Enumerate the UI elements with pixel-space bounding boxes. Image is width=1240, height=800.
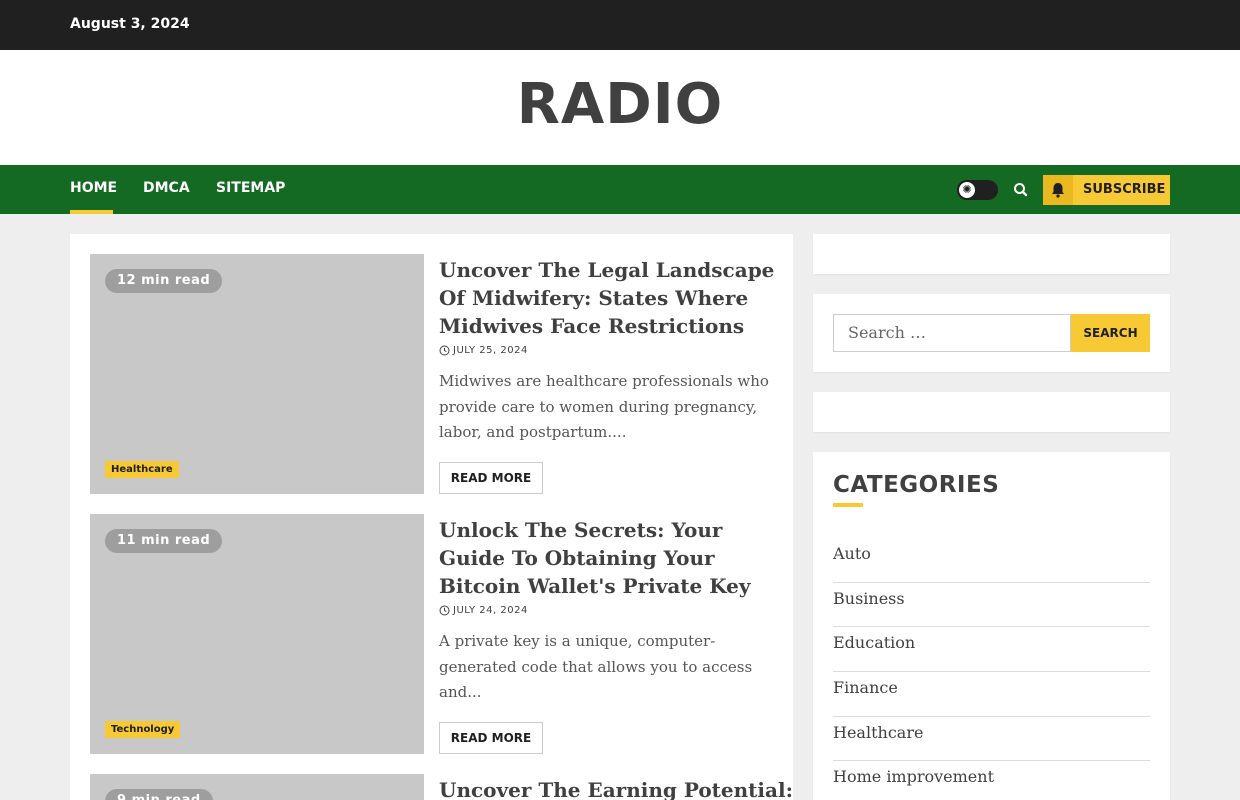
post-thumbnail[interactable]: 11 min read Technology [90, 514, 424, 754]
active-nav-indicator [70, 210, 113, 214]
categories-heading: CATEGORIES [833, 472, 1000, 498]
sun-icon: ✺ [959, 182, 975, 198]
current-date: August 3, 2024 [70, 16, 190, 32]
post-card: 11 min read Technology Unlock The Secret… [90, 514, 780, 754]
subscribe-button[interactable]: SUBSCRIBE [1043, 175, 1170, 205]
categories-widget: CATEGORIES Auto Business Education Finan… [813, 452, 1170, 800]
post-thumbnail[interactable]: 9 min read [90, 774, 424, 800]
post-date-text: JULY 24, 2024 [453, 605, 528, 616]
nav-item-home[interactable]: HOME [70, 180, 117, 196]
read-time-badge: 11 min read [105, 529, 223, 553]
read-more-button[interactable]: READ MORE [439, 462, 543, 494]
bell-icon [1043, 175, 1073, 205]
masthead: RADIO [0, 50, 1240, 165]
theme-toggle[interactable]: ✺ [957, 180, 998, 200]
post-card: 9 min read Uncover The Earning Potential… [90, 774, 793, 800]
category-badge[interactable]: Healthcare [105, 461, 179, 478]
read-time-badge: 9 min read [105, 789, 213, 800]
search-widget: Search … SEARCH [813, 294, 1170, 372]
empty-widget [813, 234, 1170, 274]
clock-icon [439, 605, 450, 616]
read-time-badge: 12 min read [105, 269, 223, 293]
nav-item-sitemap[interactable]: SITEMAP [216, 180, 285, 196]
post-date: JULY 25, 2024 [439, 345, 528, 356]
site-title[interactable]: RADIO [0, 72, 1240, 137]
subscribe-label: SUBSCRIBE [1083, 182, 1166, 197]
post-title[interactable]: Uncover The Earning Potential: [439, 776, 793, 800]
category-item-business[interactable]: Business [833, 583, 1150, 628]
post-excerpt: Midwives are healthcare professionals wh… [439, 372, 769, 441]
top-bar: August 3, 2024 [0, 0, 1240, 50]
categories-list: Auto Business Education Finance Healthca… [833, 538, 1150, 800]
nav-item-dmca[interactable]: DMCA [143, 180, 190, 196]
category-badge[interactable]: Technology [105, 721, 181, 738]
category-item-home-improvement[interactable]: Home improvement [833, 761, 1150, 800]
search-input[interactable]: Search … [833, 314, 1071, 352]
post-date: JULY 24, 2024 [439, 605, 528, 616]
post-title[interactable]: Unlock The Secrets: Your Guide To Obtain… [439, 516, 779, 600]
empty-widget [813, 392, 1170, 432]
post-thumbnail[interactable]: 12 min read Healthcare [90, 254, 424, 494]
category-item-finance[interactable]: Finance [833, 672, 1150, 717]
heading-underline [833, 503, 863, 507]
post-card: 12 min read Healthcare Uncover The Legal… [90, 254, 780, 494]
clock-icon [439, 345, 450, 356]
category-item-education[interactable]: Education [833, 627, 1150, 673]
search-icon[interactable] [1011, 180, 1031, 200]
read-more-button[interactable]: READ MORE [439, 722, 543, 754]
category-item-auto[interactable]: Auto [833, 538, 1150, 583]
category-item-healthcare[interactable]: Healthcare [833, 717, 1150, 762]
post-excerpt: A private key is a unique, computer-gene… [439, 632, 753, 701]
search-button[interactable]: SEARCH [1071, 314, 1150, 352]
post-date-text: JULY 25, 2024 [453, 345, 528, 356]
post-title[interactable]: Uncover The Legal Landscape Of Midwifery… [439, 256, 779, 340]
